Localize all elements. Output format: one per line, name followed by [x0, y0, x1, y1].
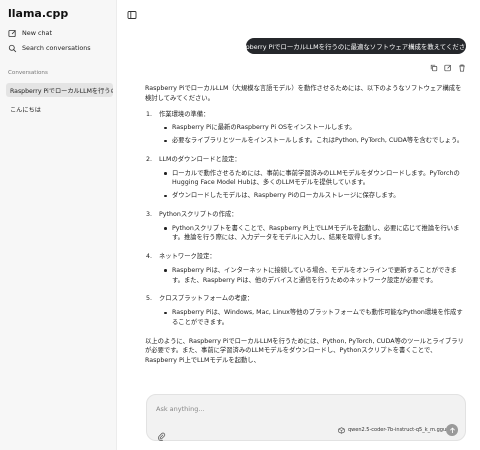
scroll-fade	[140, 372, 470, 392]
edit-icon	[8, 29, 16, 37]
search-icon	[8, 44, 17, 52]
list-item-title: LLMのダウンロードと設定：	[159, 155, 241, 163]
sidebar: llama.cpp New chat Search conversations …	[0, 0, 117, 450]
model-name: qwen2.5-coder-7b-instruct-q5_k_m.gguf	[348, 427, 448, 433]
list-number: 3.	[146, 210, 153, 218]
conversation-item[interactable]: こんにちは	[6, 102, 113, 116]
list-number: 4.	[146, 253, 153, 260]
delete-button[interactable]	[458, 57, 466, 72]
copy-icon	[430, 64, 438, 72]
new-chat-label: New chat	[22, 29, 52, 37]
composer: qwen2.5-coder-7b-instruct-q5_k_m.gguf	[146, 394, 466, 441]
chat-input[interactable]	[156, 403, 446, 415]
arrow-up-icon	[449, 427, 455, 433]
list-number: 2.	[146, 155, 153, 163]
app-title: llama.cpp	[8, 7, 69, 20]
conversations-header: Conversations	[8, 70, 48, 76]
assistant-list: 1. 作業環境の準備： Raspberry Piに最新のRaspberry Pi…	[145, 110, 467, 331]
list-item-title: Pythonスクリプトの作成：	[159, 210, 238, 218]
assistant-intro: Raspberry PiでローカルLLM（大規模な言語モデル）を動作させるために…	[145, 85, 462, 102]
bullet-item: Pythonスクリプトを書くことで、Raspberry Pi上でLLMモデルを起…	[164, 224, 467, 244]
bullet-item: ダウンロードしたモデルは、Raspberry Piのローカルストレージに保存しま…	[164, 191, 467, 201]
conversation-label: こんにちは	[10, 106, 41, 114]
search-conversations-label: Search conversations	[22, 44, 91, 52]
new-chat-button[interactable]: New chat	[8, 26, 52, 40]
list-item: 4. ネットワーク設定： Raspberry Piは、インターネットに接続してい…	[145, 252, 467, 288]
bullet-item: Raspberry Piは、Windows, Mac, Linux等他のプラット…	[164, 308, 467, 328]
list-item: 3. Pythonスクリプトの作成： Pythonスクリプトを書くことで、Ras…	[145, 210, 467, 246]
search-conversations-button[interactable]: Search conversations	[8, 41, 91, 55]
assistant-outro: 以上のように、Raspberry PiでローカルLLMを行うためには、Pytho…	[145, 337, 464, 365]
bullet-item: Raspberry Piは、インターネットに接続している場合、モデルをオンライン…	[164, 266, 467, 286]
trash-icon	[459, 64, 465, 72]
message-actions	[430, 57, 466, 72]
sidebar-toggle-button[interactable]	[127, 5, 137, 19]
paperclip-icon	[158, 432, 166, 441]
list-item-title: 作業環境の準備：	[159, 110, 210, 118]
sidebar-toggle-icon	[127, 11, 137, 19]
edit-icon	[444, 64, 452, 72]
list-item: 1. 作業環境の準備： Raspberry Piに最新のRaspberry Pi…	[145, 110, 467, 149]
user-message: Raspberry PiでローカルLLMを行うのに最適なソフトウェア構成を教えて…	[234, 38, 478, 54]
bullet-item: 必要なライブラリとツールをインストールします。これはPython, PyTorc…	[164, 136, 467, 146]
assistant-message: Raspberry PiでローカルLLM（大規模な言語モデル）を動作させるために…	[145, 84, 467, 404]
model-icon	[338, 426, 345, 434]
copy-button[interactable]	[430, 57, 438, 72]
edit-button[interactable]	[444, 57, 452, 72]
model-selector[interactable]: qwen2.5-coder-7b-instruct-q5_k_m.gguf	[334, 424, 452, 436]
bullet-item: ローカルで動作させるためには、事前に事前学習済みのLLMモデルをダウンロードしま…	[164, 169, 467, 189]
list-number: 1.	[146, 110, 153, 118]
bullet-item: Raspberry Piに最新のRaspberry Pi OSをインストールしま…	[164, 123, 467, 133]
list-item-title: ネットワーク設定：	[159, 253, 216, 260]
attach-button[interactable]	[157, 426, 166, 441]
list-number: 5.	[146, 295, 153, 303]
list-item-title: クロスプラットフォームの考慮：	[159, 295, 254, 303]
conversation-item[interactable]: Raspberry PiでローカルLLMを行うのに最適なソフトウェア構成を教えて…	[6, 83, 113, 97]
conversation-label: Raspberry PiでローカルLLMを行うのに最適なソフトウェア構成を教えて…	[10, 87, 113, 95]
list-item: 2. LLMのダウンロードと設定： ローカルで動作させるためには、事前に事前学習…	[145, 155, 467, 204]
list-item: 5. クロスプラットフォームの考慮： Raspberry Piは、Windows…	[145, 294, 467, 330]
send-button[interactable]	[446, 424, 458, 436]
